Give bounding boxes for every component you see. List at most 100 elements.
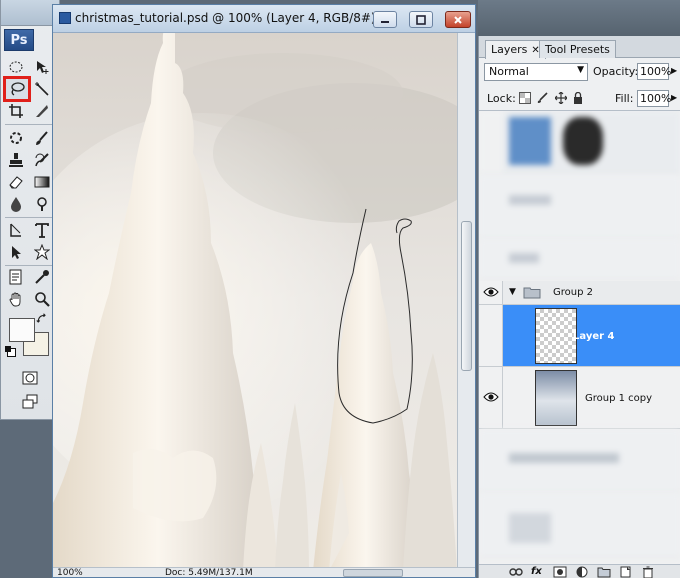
quick-mask-button[interactable] xyxy=(19,368,41,388)
layer-list[interactable]: ▼ Group 2 Layer 4 Group 1 copy xyxy=(479,110,680,566)
new-group-folder-icon[interactable] xyxy=(597,566,611,578)
magic-wand-icon xyxy=(35,82,49,96)
horizontal-scroll-thumb[interactable] xyxy=(343,569,403,577)
lasso-tool[interactable] xyxy=(3,76,31,102)
layers-panel-footer: fx xyxy=(479,564,680,578)
clone-stamp-tool[interactable] xyxy=(5,150,27,170)
tools-separator xyxy=(5,124,57,125)
history-brush-icon xyxy=(35,153,49,167)
link-layers-icon[interactable] xyxy=(509,566,523,578)
foreground-color-swatch[interactable] xyxy=(9,318,35,342)
gradient-icon xyxy=(34,176,50,188)
tools-separator xyxy=(5,265,57,266)
obscured-layer-row xyxy=(479,239,680,279)
brush-icon xyxy=(36,131,48,145)
obscured-layer-row xyxy=(479,493,680,557)
custom-shape-tool[interactable] xyxy=(31,242,53,262)
panel-tabs: Layers ✕ Tool Presets xyxy=(479,36,680,59)
blur-tool[interactable] xyxy=(5,194,27,214)
magnifier-icon xyxy=(35,292,50,307)
ellipse-marquee-icon xyxy=(9,61,23,73)
stamp-icon xyxy=(9,153,23,167)
eraser-icon xyxy=(9,176,23,189)
notes-tool[interactable] xyxy=(5,267,27,287)
fill-slider-arrow-icon[interactable]: ▶ xyxy=(671,93,680,102)
healing-brush-tool[interactable] xyxy=(5,128,27,148)
maximize-button[interactable] xyxy=(409,11,433,28)
layer-row-group-1-copy[interactable]: Group 1 copy xyxy=(479,367,680,429)
swap-colors-icon[interactable] xyxy=(35,312,49,326)
pen-nib-icon xyxy=(10,223,21,237)
delete-layer-trash-icon[interactable] xyxy=(641,566,655,578)
opacity-slider-arrow-icon[interactable]: ▶ xyxy=(671,66,680,75)
dodge-icon xyxy=(37,197,47,211)
document-title-bar[interactable]: christmas_tutorial.psd @ 100% (Layer 4, … xyxy=(53,5,475,33)
obscured-layer-row xyxy=(479,429,680,493)
layer-visibility-column[interactable] xyxy=(479,305,503,366)
layer-row-group-2[interactable]: ▼ Group 2 xyxy=(479,281,680,305)
tools-panel-grip[interactable] xyxy=(1,0,59,26)
image-layer-thumbnail xyxy=(535,370,577,426)
brush-tool[interactable] xyxy=(31,128,53,148)
eraser-tool[interactable] xyxy=(5,172,27,192)
crop-tool[interactable] xyxy=(5,101,27,121)
layer-name: Layer 4 xyxy=(573,331,615,342)
layer-style-fx-icon[interactable]: fx xyxy=(531,566,545,578)
layer-mask-icon[interactable] xyxy=(553,566,567,578)
slice-tool[interactable] xyxy=(31,101,53,121)
group-collapse-triangle-icon[interactable]: ▼ xyxy=(509,287,516,297)
pen-tool[interactable] xyxy=(5,220,27,240)
blend-mode-select[interactable]: Normal ▼ xyxy=(484,63,588,81)
path-selection-tool[interactable] xyxy=(5,242,27,262)
bandage-icon xyxy=(10,132,22,144)
eye-icon[interactable] xyxy=(483,286,499,300)
status-bar: 100% Doc: 5.49M/137.1M xyxy=(53,567,475,577)
obscured-layer-row xyxy=(479,175,680,239)
vertical-scroll-thumb[interactable] xyxy=(461,221,472,371)
new-layer-icon[interactable] xyxy=(619,566,633,578)
dodge-tool[interactable] xyxy=(31,194,53,214)
eyedropper-tool[interactable] xyxy=(31,267,53,287)
eye-icon[interactable] xyxy=(483,391,499,405)
fill-input[interactable]: 100% xyxy=(637,90,671,107)
lock-position-icon[interactable] xyxy=(554,91,568,105)
layers-panel: Layers ✕ Tool Presets Normal ▼ Opacity: 1… xyxy=(478,36,680,578)
zoom-level[interactable]: 100% xyxy=(57,568,83,577)
history-brush-tool[interactable] xyxy=(31,150,53,170)
tab-layers-label: Layers xyxy=(491,43,528,56)
close-button[interactable] xyxy=(445,11,471,28)
magic-wand-tool[interactable] xyxy=(31,79,53,99)
quick-mask-icon xyxy=(22,371,38,385)
opacity-label: Opacity: xyxy=(593,65,639,78)
vertical-scrollbar[interactable] xyxy=(457,33,475,571)
gradient-tool[interactable] xyxy=(31,172,53,192)
obscured-layer-row xyxy=(479,111,680,175)
default-colors-icon[interactable] xyxy=(5,346,16,357)
water-drop-icon xyxy=(11,197,21,212)
layer-row-layer-4[interactable]: Layer 4 xyxy=(479,305,680,367)
image-canvas[interactable] xyxy=(53,33,457,571)
eyedropper-icon xyxy=(35,270,49,284)
marquee-ellipse-tool[interactable] xyxy=(5,57,27,77)
opacity-input[interactable]: 100% xyxy=(637,63,671,80)
screen-mode-icon xyxy=(22,394,38,409)
move-tool[interactable] xyxy=(31,57,53,77)
hand-tool[interactable] xyxy=(5,289,27,309)
lock-transparency-icon[interactable] xyxy=(519,92,531,104)
minimize-button[interactable] xyxy=(373,11,397,28)
snowy-forest-photo xyxy=(53,33,457,571)
close-icon xyxy=(454,15,462,24)
type-tool[interactable] xyxy=(31,220,53,240)
tab-layers[interactable]: Layers ✕ xyxy=(485,40,546,59)
slice-knife-icon xyxy=(36,105,48,117)
adjustment-layer-icon[interactable] xyxy=(575,566,589,578)
lock-image-pixels-icon[interactable] xyxy=(537,92,549,104)
lock-all-icon[interactable] xyxy=(572,91,584,104)
layer-name: Group 2 xyxy=(553,287,593,298)
screen-mode-button[interactable] xyxy=(19,392,41,412)
photoshop-logo[interactable]: Ps xyxy=(4,29,34,51)
blend-mode-value: Normal xyxy=(489,65,529,78)
zoom-tool[interactable] xyxy=(31,289,53,309)
tab-tool-presets[interactable]: Tool Presets xyxy=(539,40,616,58)
swap-arrows-icon xyxy=(36,313,46,323)
